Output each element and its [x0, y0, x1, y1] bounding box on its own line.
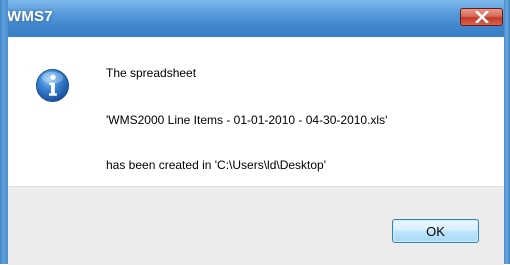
dialog-body: The spreadsheet 'WMS2000 Line Items - 01…: [8, 37, 504, 265]
ok-button[interactable]: OK: [392, 219, 479, 243]
message-dialog: WMS7 The spreadsheet 'WMS2000 Line Items…: [0, 0, 510, 265]
title-bar[interactable]: WMS7: [0, 0, 510, 37]
button-bar: OK: [8, 186, 504, 265]
window-title: WMS7: [7, 8, 53, 25]
window-frame-right: [504, 0, 510, 264]
message-line-1: The spreadsheet: [106, 66, 197, 80]
close-icon: [474, 11, 489, 23]
window-frame-left: [0, 0, 8, 264]
message-line-2: 'WMS2000 Line Items - 01-01-2010 - 04-30…: [106, 113, 388, 127]
close-button[interactable]: [460, 8, 503, 26]
message-line-3: has been created in 'C:\Users\ld\Desktop…: [106, 158, 327, 172]
info-icon: [35, 68, 70, 103]
